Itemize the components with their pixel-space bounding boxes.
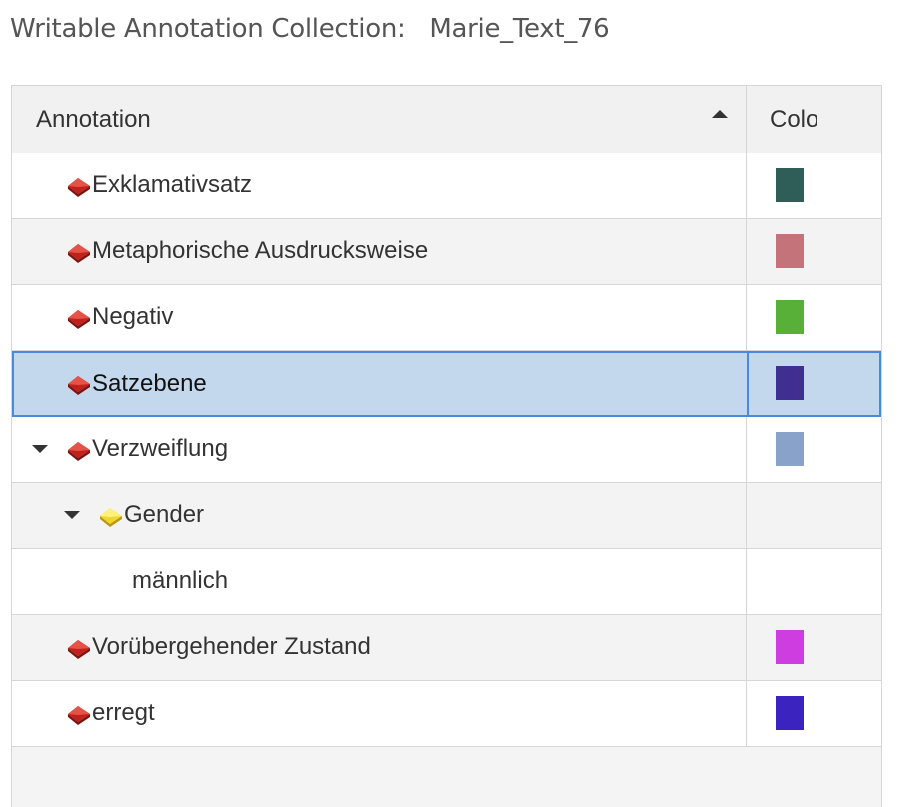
color-swatch[interactable] <box>776 300 804 334</box>
sort-ascending-icon[interactable] <box>712 110 728 118</box>
column-header-color[interactable]: Color <box>747 86 817 153</box>
tree-row-negativ[interactable]: Negativ <box>12 285 881 351</box>
tree-row-label: männlich <box>132 567 229 594</box>
tag-red-icon <box>68 706 90 725</box>
tree-row-label: erregt <box>92 699 155 726</box>
tree-row-label: Exklamativsatz <box>92 171 253 198</box>
collapse-toggle-icon[interactable] <box>64 511 80 519</box>
tree-row-metaphorische-ausdrucksweise[interactable]: Metaphorische Ausdrucksweise <box>12 219 881 285</box>
tag-red-icon <box>68 178 90 197</box>
annotation-tree-grid[interactable]: Annotation Color Exklamativsatz Metaph <box>11 85 882 807</box>
tree-row-label: Gender <box>124 501 205 528</box>
color-swatch[interactable] <box>776 168 804 202</box>
column-header-annotation[interactable]: Annotation <box>12 86 747 153</box>
tag-red-icon <box>68 310 90 329</box>
tree-row-label: Vorübergehender Zustand <box>92 633 371 660</box>
color-swatch[interactable] <box>776 696 804 730</box>
color-swatch[interactable] <box>776 234 804 268</box>
column-header-annotation-label: Annotation <box>36 106 151 133</box>
tree-row-label: Satzebene <box>92 370 207 397</box>
tree-row-erregt[interactable]: erregt <box>12 681 881 747</box>
color-swatch[interactable] <box>776 432 804 466</box>
tree-row-exklamativsatz[interactable]: Exklamativsatz <box>12 153 881 219</box>
tree-row-satzebene[interactable]: Satzebene <box>12 351 881 417</box>
tree-row-label: Negativ <box>92 303 174 330</box>
page-title: Writable Annotation Collection: Marie_Te… <box>10 14 610 44</box>
color-swatch[interactable] <box>776 366 804 400</box>
color-swatch[interactable] <box>776 630 804 664</box>
collapse-toggle-icon[interactable] <box>32 445 48 453</box>
tree-row-gender[interactable]: Gender <box>12 483 881 549</box>
column-header-color-label: Color <box>770 106 817 133</box>
tree-row-label: Metaphorische Ausdrucksweise <box>92 237 429 264</box>
tag-red-icon <box>68 640 90 659</box>
property-yellow-icon <box>100 508 122 527</box>
tag-red-icon <box>68 376 90 395</box>
grid-header: Annotation Color <box>12 86 881 154</box>
tree-row-voruebergehender-zustand[interactable]: Vorübergehender Zustand <box>12 615 881 681</box>
tree-row-label: Verzweiflung <box>92 435 229 462</box>
tag-red-icon <box>68 442 90 461</box>
tag-red-icon <box>68 244 90 263</box>
tree-row-verzweiflung[interactable]: Verzweiflung <box>12 417 881 483</box>
tree-row-maennlich[interactable]: männlich <box>12 549 881 615</box>
